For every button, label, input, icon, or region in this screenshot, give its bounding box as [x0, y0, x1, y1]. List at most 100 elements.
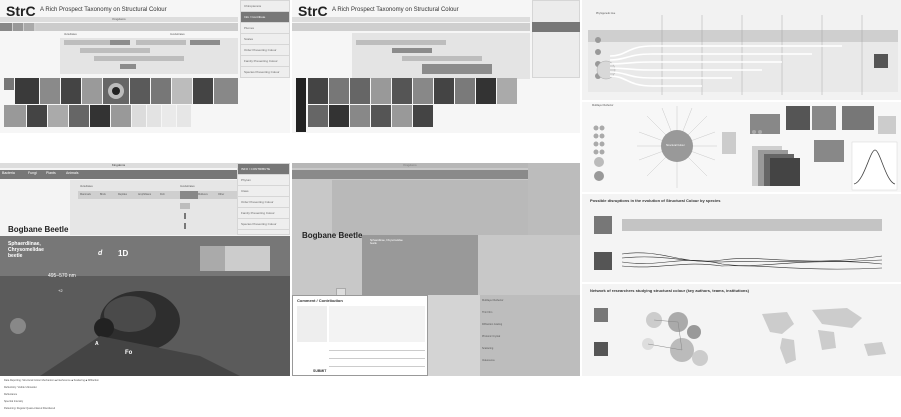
mechanism-svg — [593, 106, 898, 191]
image-grid — [4, 78, 240, 132]
side-header[interactable]: Info / Contribute — [241, 12, 289, 23]
comment-field-1[interactable] — [329, 346, 425, 351]
property-list — [428, 295, 480, 376]
crumb-fungi-d[interactable]: Fungi — [28, 171, 37, 175]
row-bar-5[interactable] — [80, 48, 150, 53]
crumb-plants-d[interactable]: Plants — [46, 171, 56, 175]
side-item-5[interactable]: Family Presenting Colour — [241, 56, 289, 67]
side-item-3[interactable]: Scales — [241, 34, 289, 45]
legend-line-2: Reflectivity: Visible Ultraviolet — [4, 386, 37, 389]
side-d-1[interactable]: Phylum — [238, 175, 289, 186]
crumb-bar-e — [292, 170, 528, 179]
col-fish[interactable]: Fish — [160, 193, 165, 196]
row-bar-6[interactable] — [94, 56, 184, 61]
side-item-2[interactable]: Plumes — [241, 23, 289, 34]
label-vertebrates: Vertebrates — [64, 33, 77, 36]
col-molluscs[interactable]: Molluscs — [198, 193, 208, 196]
side-panel-d: INFO / CONTRIBUTE Phylum Class Order Pre… — [237, 163, 290, 235]
side-item-6[interactable]: Species Presenting Colour — [241, 67, 289, 78]
legend-line-1: Data Reporting: Structural Colour Mechan… — [4, 379, 99, 382]
family-label: Sphaerdiinae, Chrysomelidae beetle — [8, 241, 44, 259]
side-item-4[interactable]: Order Presenting Colour — [241, 45, 289, 56]
count-badge: +2 — [58, 288, 63, 293]
kingdoms-header-d: Kingdoms — [0, 163, 237, 168]
crumb-bacteria-d[interactable]: Bacteria — [2, 171, 15, 175]
side-d-2[interactable]: Class — [238, 186, 289, 197]
col-reptiles[interactable]: Reptiles — [118, 193, 127, 196]
kingdom-crumbs-2[interactable] — [292, 23, 530, 31]
wavelength-range: 495–570 nm — [48, 273, 76, 279]
big-circle-label: Structural Colour — [666, 144, 685, 147]
prop-6[interactable]: Iridescence — [482, 359, 495, 362]
side-d-5[interactable]: Species Presenting Colour — [238, 219, 289, 230]
kingdom-bar-2 — [292, 17, 530, 22]
row-bar-2[interactable] — [110, 40, 130, 45]
submit-button[interactable]: SUBMIT — [313, 369, 326, 373]
row-bar-b3[interactable] — [402, 56, 482, 61]
row-d-2[interactable] — [184, 213, 186, 219]
col-other[interactable]: Other — [218, 193, 224, 196]
row-bar-3[interactable] — [136, 40, 186, 45]
crumb-plants[interactable] — [24, 23, 34, 31]
comment-title: Comment / Contribution — [297, 298, 343, 303]
row-d-1[interactable] — [180, 203, 190, 209]
rows-e — [332, 180, 528, 235]
panel-contribute: Kingdoms Bogbane Beetle Sphaerdiinae, Ch… — [292, 163, 580, 376]
legend-line-3: Reflectance — [4, 393, 18, 396]
panel-species-view: Kingdoms Bacteria Fungi Plants Animals V… — [0, 163, 290, 376]
image-grid-svg — [4, 78, 238, 127]
species-title-e: Bogbane Beetle — [302, 231, 363, 240]
app-tagline: A Rich Prospect Taxonomy on Structural C… — [40, 7, 167, 13]
panel-taxonomy-overview: StrC A Rich Prospect Taxonomy on Structu… — [0, 0, 290, 133]
row-bar-b1[interactable] — [356, 40, 446, 45]
comment-field-3[interactable] — [329, 362, 425, 367]
side-d-4[interactable]: Family Presenting Colour — [238, 208, 289, 219]
crumb-animals-d[interactable]: Animals — [66, 171, 78, 175]
label-vert-d: Vertebrates — [80, 185, 93, 188]
footer-legend: Data Reporting: Structural Colour Mechan… — [4, 379, 294, 415]
kingdoms-header-e: Kingdoms — [292, 163, 528, 168]
side-panel: Chiropterans Info / Contribute Plumes Sc… — [240, 0, 290, 78]
label-invertebrates: Invertebrates — [170, 33, 185, 36]
side-d-header[interactable]: INFO / CONTRIBUTE — [238, 164, 289, 175]
d-label: d — [98, 250, 103, 257]
prop-5[interactable]: Scattering — [482, 347, 493, 350]
row-bar-4[interactable] — [190, 40, 220, 45]
label-invert-d: Invertebrates — [180, 185, 195, 188]
row-bar-b2[interactable] — [392, 48, 432, 53]
crumb-bacteria[interactable] — [0, 23, 12, 31]
prop-1[interactable]: Multilayer Reflector — [482, 299, 503, 302]
comment-category-list — [297, 306, 327, 342]
panel-phylogeny: Phylogenetic tree — [582, 0, 901, 100]
crumb-fungi[interactable] — [13, 23, 23, 31]
network-svg — [594, 308, 886, 366]
panel-network: Network of researchers studying structur… — [582, 284, 901, 376]
kingdoms-header: Kingdoms — [0, 17, 238, 22]
comment-field-2[interactable] — [329, 354, 425, 359]
dimension-label: 1D — [118, 249, 129, 258]
disruptions-svg — [594, 216, 883, 270]
side-panel-2-header[interactable] — [532, 22, 580, 32]
row-bar-7[interactable] — [120, 64, 136, 69]
comment-textarea[interactable] — [329, 306, 425, 342]
col-birds[interactable]: Birds — [100, 193, 106, 196]
phylo-svg — [595, 15, 888, 95]
arthropod-highlight[interactable] — [180, 191, 198, 199]
prop-3[interactable]: Diffraction Grating — [482, 323, 502, 326]
species-title: Bogbane Beetle — [8, 225, 69, 234]
row-d-3[interactable] — [184, 223, 186, 229]
row-bar-b4[interactable] — [422, 64, 492, 74]
legend-line-5: Patterning: Regular Quasi-ordered Disord… — [4, 407, 56, 410]
side-panel-2 — [532, 0, 580, 78]
marker-fo[interactable]: Fo — [125, 350, 132, 356]
col-mammals[interactable]: Mammals — [80, 193, 91, 196]
side-item-1[interactable]: Chiropterans — [241, 1, 289, 12]
side-d-3[interactable]: Order Presenting Colour — [238, 197, 289, 208]
col-amphibians[interactable]: Amphibians — [138, 193, 151, 196]
marker-a[interactable]: A — [95, 341, 99, 347]
prop-2[interactable]: Thin Film — [482, 311, 492, 314]
side-panel-e — [528, 163, 580, 235]
family-label-e: Sphaerdiinae, Chrysomelidae beetle — [370, 239, 403, 245]
prop-4[interactable]: Photonic Crystal — [482, 335, 500, 338]
crumb-animals[interactable] — [36, 23, 238, 31]
